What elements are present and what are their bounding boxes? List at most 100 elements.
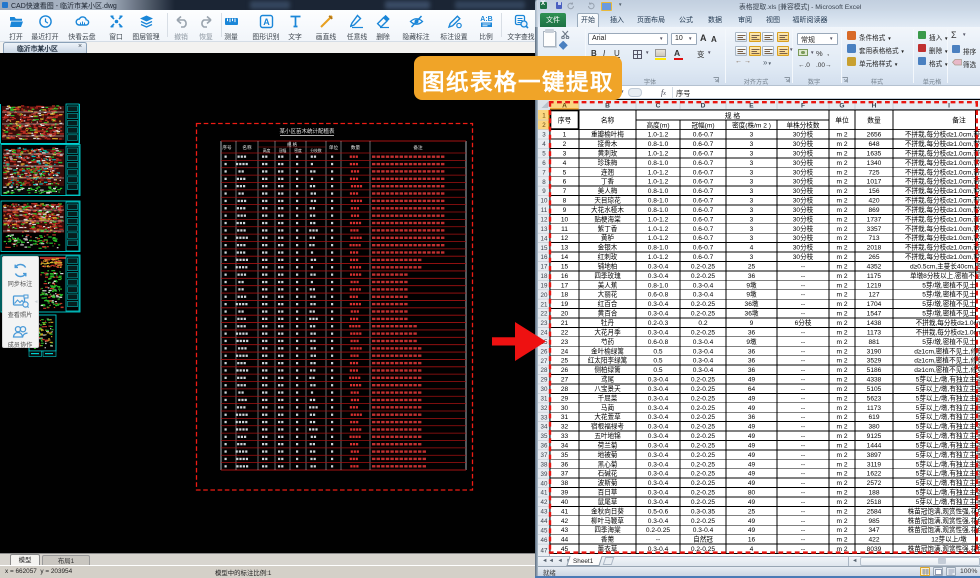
svg-text:37: 37 xyxy=(541,452,548,459)
svg-text:--: -- xyxy=(801,386,805,393)
svg-text:序号: 序号 xyxy=(558,116,572,125)
svg-text:名称: 名称 xyxy=(601,116,615,125)
svg-text:规 格: 规 格 xyxy=(287,141,298,148)
svg-text:不拼栽,每分枝d≥1.0cm: 不拼栽,每分枝d≥1.0cm xyxy=(916,318,980,327)
svg-text:6: 6 xyxy=(563,179,567,186)
svg-text:3: 3 xyxy=(750,160,754,167)
svg-text:1.0-1.2: 1.0-1.2 xyxy=(648,132,669,139)
svg-text:株苗冠饱满,观赏性强,花色艳: 株苗冠饱满,观赏性强,花色艳 xyxy=(908,516,980,525)
svg-text:49: 49 xyxy=(748,527,756,534)
svg-text:27: 27 xyxy=(561,377,569,384)
svg-text:0.8-1.0: 0.8-1.0 xyxy=(648,245,669,252)
svg-text:m 2: m 2 xyxy=(837,386,848,393)
svg-text:21: 21 xyxy=(561,320,569,327)
svg-text:3: 3 xyxy=(750,150,754,157)
svg-text:m 2: m 2 xyxy=(837,527,848,534)
svg-text:--: -- xyxy=(801,424,805,431)
svg-text:--: -- xyxy=(801,358,805,365)
svg-text:m 2: m 2 xyxy=(837,537,848,544)
svg-text:侧柏绿篱: 侧柏绿篱 xyxy=(594,365,621,374)
svg-text:0.6-0.7: 0.6-0.7 xyxy=(693,216,714,223)
svg-text:单墩8分枝以上,密植不见土: 单墩8分枝以上,密植不见土 xyxy=(910,271,980,280)
svg-text:美人蕉: 美人蕉 xyxy=(598,280,618,289)
svg-text:46: 46 xyxy=(541,537,548,544)
svg-text:3: 3 xyxy=(750,235,754,242)
svg-text:26: 26 xyxy=(561,367,569,374)
svg-text:3190: 3190 xyxy=(867,348,882,355)
svg-text:5芽以上/墩,有独立主茎: 5芽以上/墩,有独立主茎 xyxy=(916,412,980,421)
svg-text:0.3-0.4: 0.3-0.4 xyxy=(648,329,669,336)
svg-text:E: E xyxy=(749,103,754,110)
svg-text:0.5: 0.5 xyxy=(653,367,662,374)
svg-text:0.3-0.4: 0.3-0.4 xyxy=(648,461,669,468)
svg-text:35: 35 xyxy=(561,452,569,459)
svg-text:9: 9 xyxy=(542,188,546,195)
svg-text:A: A xyxy=(562,103,567,110)
svg-text:1438: 1438 xyxy=(867,320,882,327)
svg-text:869: 869 xyxy=(868,207,879,214)
svg-text:0.3-0.35: 0.3-0.35 xyxy=(691,508,716,515)
svg-text:6分枝: 6分枝 xyxy=(795,318,812,327)
svg-text:3: 3 xyxy=(750,179,754,186)
svg-text:0.5-0.6: 0.5-0.6 xyxy=(648,508,669,515)
svg-text:红百合: 红百合 xyxy=(598,299,618,308)
svg-text:0.3-0.4: 0.3-0.4 xyxy=(648,442,669,449)
svg-text:3: 3 xyxy=(750,141,754,148)
svg-text:密度(株/m 2 ): 密度(株/m 2 ) xyxy=(732,121,771,130)
svg-text:不拼栽,每分枝d≥1.0cm,带土球: 不拼栽,每分枝d≥1.0cm,带土球 xyxy=(905,130,980,139)
svg-text:0.2-0.25: 0.2-0.25 xyxy=(691,273,716,280)
svg-text:18: 18 xyxy=(541,273,548,280)
svg-text:4: 4 xyxy=(563,160,567,167)
svg-text:0.2-0.25: 0.2-0.25 xyxy=(691,461,716,468)
svg-text:44: 44 xyxy=(561,537,569,544)
svg-text:m 2: m 2 xyxy=(837,499,848,506)
svg-text:5: 5 xyxy=(542,151,546,158)
svg-text:黄刺玫: 黄刺玫 xyxy=(598,148,618,157)
svg-text:1173: 1173 xyxy=(867,405,882,412)
svg-text:0.3-0.4: 0.3-0.4 xyxy=(648,311,669,318)
svg-text:648: 648 xyxy=(868,141,879,148)
svg-text:黑心菊: 黑心菊 xyxy=(598,459,618,468)
svg-text:--: -- xyxy=(801,471,805,478)
svg-text:宿根福禄考: 宿根福禄考 xyxy=(591,422,624,431)
svg-text:38: 38 xyxy=(561,480,569,487)
svg-text:B: B xyxy=(605,103,610,110)
svg-text:C: C xyxy=(656,103,661,110)
svg-text:5芽以上/墩,有独立主茎: 5芽以上/墩,有独立主茎 xyxy=(916,384,980,393)
svg-text:1.0-1.2: 1.0-1.2 xyxy=(648,235,669,242)
svg-text:30分枝: 30分枝 xyxy=(793,214,814,223)
svg-text:不拼栽,每分枝d≥1.0cm,带土球: 不拼栽,每分枝d≥1.0cm,带土球 xyxy=(905,177,980,186)
svg-text:m 2: m 2 xyxy=(837,461,848,468)
svg-text:30分枝: 30分枝 xyxy=(793,196,814,205)
svg-text:连翘: 连翘 xyxy=(601,167,615,176)
svg-text:四季海棠: 四季海棠 xyxy=(594,525,621,534)
svg-text:5芽以上/墩,有独立主茎: 5芽以上/墩,有独立主茎 xyxy=(916,431,980,440)
svg-text:--: -- xyxy=(801,292,805,299)
svg-text:柳叶马鞭草: 柳叶马鞭草 xyxy=(591,516,624,525)
svg-text:30分枝: 30分枝 xyxy=(793,139,814,148)
svg-text:--: -- xyxy=(801,518,805,525)
svg-text:24: 24 xyxy=(561,348,569,355)
svg-text:36: 36 xyxy=(748,348,756,355)
svg-text:1: 1 xyxy=(563,132,567,139)
svg-text:9墩: 9墩 xyxy=(746,290,757,299)
svg-text:1.0-1.2: 1.0-1.2 xyxy=(648,226,669,233)
svg-text:不拼栽,每分枝d≥1.0cm,带土球: 不拼栽,每分枝d≥1.0cm,带土球 xyxy=(905,224,980,233)
svg-text:39: 39 xyxy=(541,471,548,478)
svg-text:0.2-0.25: 0.2-0.25 xyxy=(691,311,716,318)
svg-text:36: 36 xyxy=(748,358,756,365)
svg-text:16: 16 xyxy=(561,273,569,280)
svg-text:34: 34 xyxy=(561,442,569,449)
svg-text:0.8-1.0: 0.8-1.0 xyxy=(648,282,669,289)
svg-text:不拼栽,每分枝d≥1.0cm,带土球: 不拼栽,每分枝d≥1.0cm,带土球 xyxy=(905,233,980,242)
svg-text:0.6-0.7: 0.6-0.7 xyxy=(693,254,714,261)
svg-text:0.3-0.4: 0.3-0.4 xyxy=(648,518,669,525)
svg-text:四季玫瑰: 四季玫瑰 xyxy=(594,271,621,280)
svg-text:m 2: m 2 xyxy=(837,141,848,148)
svg-text:D: D xyxy=(701,103,706,110)
svg-text:--: -- xyxy=(656,537,660,544)
svg-text:m 2: m 2 xyxy=(837,160,848,167)
svg-text:不拼栽,每分枝d≥1.0cm,带土球: 不拼栽,每分枝d≥1.0cm,带土球 xyxy=(905,196,980,205)
svg-text:0.2-0.25: 0.2-0.25 xyxy=(691,452,716,459)
svg-text:420: 420 xyxy=(868,198,879,205)
